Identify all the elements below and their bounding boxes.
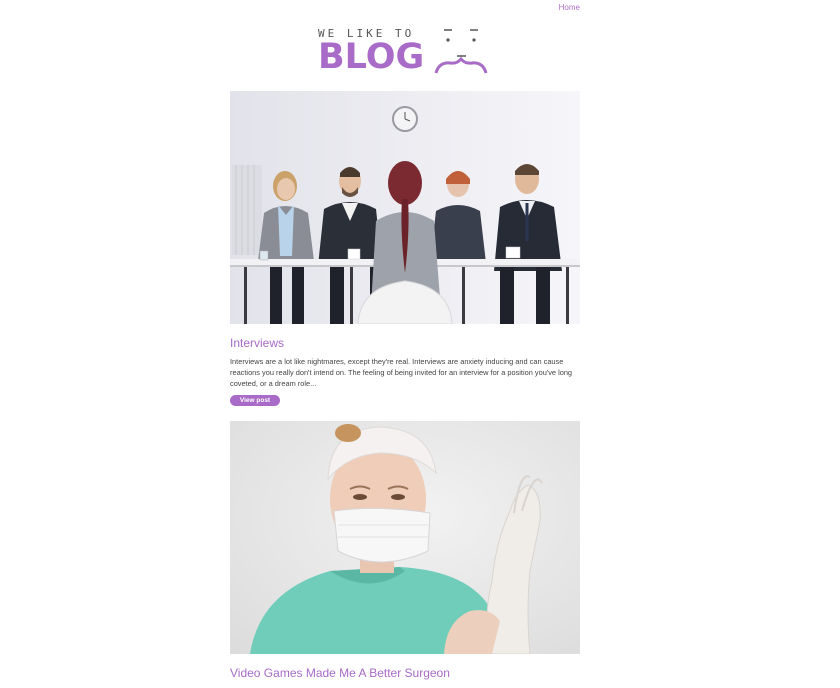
nav-home-link[interactable]: Home [559,3,580,12]
view-post-button[interactable]: View post [230,395,280,406]
logo-wordmark: BLOG [318,37,425,77]
post-title[interactable]: Interviews [230,336,284,350]
post-image-interviews[interactable] [230,91,580,324]
post-image-surgeon[interactable] [230,421,580,654]
top-nav: Home [230,0,580,15]
site-logo[interactable]: WE LIKE TO BLOG [318,24,498,76]
post-title[interactable]: Video Games Made Me A Better Surgeon [230,666,450,680]
logo-face-icon [434,29,488,74]
post-excerpt: Interviews are a lot like nightmares, ex… [230,357,573,388]
